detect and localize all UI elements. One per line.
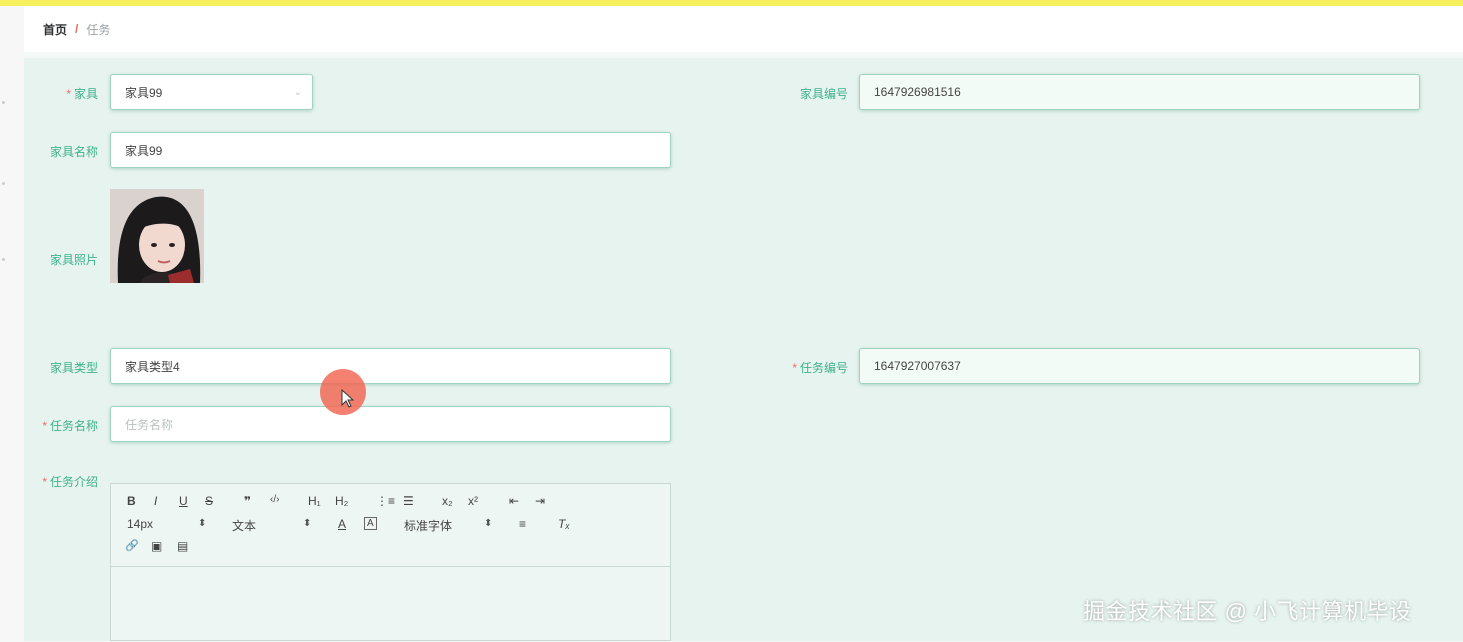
- heading-arrow-icon: ⬍: [303, 518, 312, 529]
- furniture-no-value: 1647926981516: [874, 85, 961, 99]
- bullet-list-button[interactable]: ☰: [403, 494, 414, 508]
- h2-button[interactable]: H₂: [335, 494, 348, 508]
- rich-text-editor: B I U S ❞ ‹/› H₁ H₂ ⋮≡ ☰ x₂ x² ⇤ ⇥ 14px …: [110, 483, 671, 641]
- strike-button[interactable]: S: [205, 494, 213, 508]
- image-button[interactable]: ▣: [151, 539, 162, 553]
- left-sidebar-strip: [0, 6, 24, 641]
- clear-format-button[interactable]: Tₓ: [558, 517, 570, 531]
- ordered-list-button[interactable]: ⋮≡: [376, 494, 395, 508]
- quote-button[interactable]: ❞: [244, 494, 251, 508]
- superscript-button[interactable]: x²: [468, 494, 478, 508]
- video-button[interactable]: ▤: [177, 539, 188, 553]
- furniture-name-field[interactable]: 家具99: [110, 132, 671, 168]
- furniture-photo[interactable]: [110, 189, 204, 283]
- code-button[interactable]: ‹/›: [270, 494, 279, 505]
- breadcrumb: 首页 / 任务: [24, 6, 1463, 52]
- task-no-value: 1647927007637: [874, 359, 961, 373]
- font-color-button[interactable]: A: [338, 517, 346, 531]
- editor-toolbar: B I U S ❞ ‹/› H₁ H₂ ⋮≡ ☰ x₂ x² ⇤ ⇥ 14px …: [111, 484, 670, 567]
- italic-button[interactable]: I: [154, 494, 157, 508]
- heading-select[interactable]: 文本: [232, 517, 256, 534]
- mouse-cursor-highlight: [320, 369, 366, 415]
- furniture-no-label: 家具编号: [799, 87, 848, 101]
- link-button[interactable]: 🔗: [125, 539, 139, 552]
- furniture-select-value: 家具99: [125, 85, 163, 100]
- task-no-field[interactable]: 1647927007637: [859, 348, 1420, 384]
- subscript-button[interactable]: x₂: [442, 494, 453, 508]
- font-family-select[interactable]: 标准字体: [404, 517, 452, 534]
- h1-button[interactable]: H₁: [308, 494, 321, 508]
- font-family-arrow-icon: ⬍: [484, 518, 493, 529]
- outdent-button[interactable]: ⇤: [509, 494, 519, 508]
- task-name-field[interactable]: 任务名称: [110, 406, 671, 442]
- furniture-photo-label: 家具照片: [49, 253, 98, 267]
- furniture-select[interactable]: 家具99 ⌄: [110, 74, 313, 110]
- breadcrumb-home[interactable]: 首页: [43, 21, 67, 38]
- furniture-name-label: 家具名称: [49, 145, 98, 159]
- watermark: 掘金技术社区 @ 小飞计算机毕设: [1083, 599, 1412, 624]
- underline-button[interactable]: U: [179, 494, 188, 508]
- align-button[interactable]: ≡: [519, 517, 526, 531]
- furniture-name-value: 家具99: [125, 143, 163, 158]
- task-intro-label: * 任务介绍: [42, 475, 98, 489]
- font-size-select[interactable]: 14px: [127, 517, 153, 531]
- furniture-type-label: 家具类型: [49, 361, 98, 375]
- font-size-arrow-icon: ⬍: [198, 518, 207, 529]
- breadcrumb-separator: /: [75, 22, 79, 36]
- background-color-button[interactable]: A: [364, 517, 377, 530]
- furniture-type-value: 家具类型4: [125, 359, 180, 374]
- furniture-type-field[interactable]: 家具类型4: [110, 348, 671, 384]
- breadcrumb-current: 任务: [86, 22, 111, 37]
- task-name-placeholder: 任务名称: [125, 417, 174, 432]
- task-name-label: * 任务名称: [42, 419, 98, 433]
- furniture-label: * 家具: [66, 87, 98, 101]
- bold-button[interactable]: B: [127, 494, 136, 508]
- editor-content-area[interactable]: [111, 567, 670, 642]
- chevron-down-icon: ⌄: [293, 87, 302, 98]
- furniture-no-field[interactable]: 1647926981516: [859, 74, 1420, 110]
- indent-button[interactable]: ⇥: [535, 494, 545, 508]
- task-no-label: * 任务编号: [792, 361, 848, 375]
